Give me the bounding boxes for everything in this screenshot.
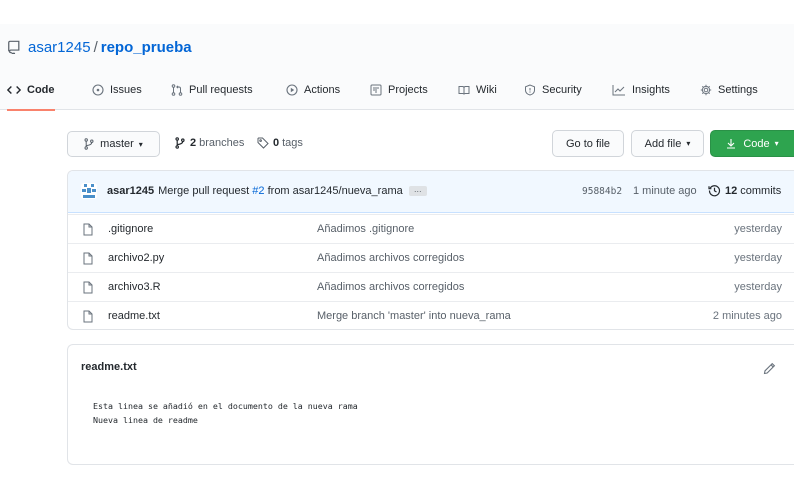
- file-icon: [82, 281, 94, 294]
- commit-sha-link[interactable]: 95884b2: [582, 186, 622, 197]
- project-icon: [370, 84, 382, 96]
- branch-select-button[interactable]: master ▾: [67, 131, 160, 157]
- pull-request-link[interactable]: #2: [252, 185, 264, 197]
- file-commit-age: yesterday: [734, 252, 782, 264]
- tab-label: Settings: [718, 84, 758, 96]
- shield-icon: [524, 84, 536, 96]
- git-branch-icon: [175, 137, 185, 149]
- commit-author-link[interactable]: asar1245: [107, 185, 154, 197]
- caret-down-icon: ▾: [774, 139, 779, 148]
- issue-opened-icon: [92, 84, 104, 96]
- tab-issues[interactable]: Issues: [92, 70, 142, 110]
- readme-line: Nueva linea de readme: [93, 415, 198, 425]
- commit-message-suffix[interactable]: from asar1245/nueva_rama: [268, 185, 403, 197]
- file-icon: [82, 310, 94, 323]
- add-file-button[interactable]: Add file ▾: [631, 130, 704, 157]
- tab-label: Issues: [110, 84, 142, 96]
- file-row[interactable]: .gitignore Añadimos .gitignore yesterday: [68, 214, 794, 243]
- commits-history-link[interactable]: 12 commits: [708, 184, 781, 197]
- repo-owner-link[interactable]: asar1245: [28, 39, 91, 56]
- repo-header: asar1245 / repo_prueba Code Issues Pull …: [0, 24, 794, 111]
- add-file-label: Add file: [644, 137, 682, 150]
- file-icon: [82, 223, 94, 236]
- tab-label: Projects: [388, 84, 428, 96]
- file-row[interactable]: archivo2.py Añadimos archivos corregidos…: [68, 243, 794, 272]
- file-commit-message-link[interactable]: Añadimos archivos corregidos: [317, 281, 464, 293]
- file-commit-message-link[interactable]: Merge branch 'master' into nueva_rama: [317, 310, 511, 322]
- tags-label: tags: [282, 137, 303, 149]
- file-list: asar1245 Merge pull request #2 from asar…: [67, 170, 794, 330]
- latest-commit-bar: asar1245 Merge pull request #2 from asar…: [68, 171, 794, 213]
- tab-label: Wiki: [476, 84, 497, 96]
- download-icon: [726, 138, 736, 149]
- commit-message-prefix[interactable]: Merge pull request: [158, 185, 249, 197]
- repo-title: asar1245 / repo_prueba: [7, 37, 192, 57]
- file-commit-age: yesterday: [734, 281, 782, 293]
- branch-name: master: [100, 138, 134, 150]
- file-commit-age: yesterday: [734, 223, 782, 235]
- file-commit-message-link[interactable]: Añadimos .gitignore: [317, 223, 414, 235]
- expand-commit-button[interactable]: …: [408, 186, 427, 196]
- code-button-label: Code: [743, 137, 770, 150]
- history-icon: [708, 184, 721, 197]
- tab-actions[interactable]: Actions: [286, 70, 340, 110]
- tab-wiki[interactable]: Wiki: [458, 70, 497, 110]
- git-branch-icon: [84, 138, 94, 150]
- gear-icon: [700, 84, 712, 96]
- tab-label: Pull requests: [189, 84, 253, 96]
- file-row[interactable]: archivo3.R Añadimos archivos corregidos …: [68, 272, 794, 301]
- pencil-icon[interactable]: [763, 362, 776, 375]
- file-name-link[interactable]: archivo2.py: [108, 252, 164, 264]
- tab-label: Code: [27, 83, 55, 96]
- repo-icon: [7, 40, 21, 54]
- tags-link[interactable]: 0 tags: [257, 137, 303, 149]
- tags-count: 0: [273, 137, 280, 149]
- pull-request-icon: [171, 84, 183, 96]
- graph-icon: [612, 84, 626, 96]
- avatar[interactable]: [81, 183, 97, 199]
- go-to-file-button[interactable]: Go to file: [552, 130, 624, 157]
- branches-label: branches: [199, 137, 245, 149]
- code-download-button[interactable]: Code ▾: [710, 130, 794, 157]
- tab-code[interactable]: Code: [7, 70, 55, 111]
- readme-panel: readme.txt Esta linea se añadió en el do…: [67, 344, 794, 465]
- tab-pull-requests[interactable]: Pull requests: [171, 70, 253, 110]
- file-name-link[interactable]: .gitignore: [108, 223, 153, 235]
- tag-icon: [257, 137, 269, 149]
- latest-commit-message: asar1245 Merge pull request #2 from asar…: [107, 185, 427, 197]
- file-name-link[interactable]: archivo3.R: [108, 281, 161, 293]
- readme-content: Esta linea se añadió en el documento de …: [93, 399, 358, 427]
- repo-name-link[interactable]: repo_prueba: [101, 39, 192, 56]
- branches-count: 2: [190, 137, 197, 149]
- commit-time: 1 minute ago: [633, 185, 697, 197]
- code-icon: [7, 84, 21, 96]
- tab-label: Insights: [632, 84, 670, 96]
- file-row[interactable]: readme.txt Merge branch 'master' into nu…: [68, 301, 794, 329]
- tab-label: Actions: [304, 84, 341, 96]
- commits-label: commits: [740, 184, 782, 197]
- file-icon: [82, 252, 94, 265]
- file-commit-message-link[interactable]: Añadimos archivos corregidos: [317, 252, 464, 264]
- tab-settings[interactable]: Settings: [700, 70, 758, 110]
- tab-security[interactable]: Security: [524, 70, 582, 110]
- file-name-link[interactable]: readme.txt: [108, 310, 160, 322]
- go-to-file-label: Go to file: [565, 137, 611, 150]
- repo-separator: /: [93, 38, 98, 56]
- tab-label: Security: [542, 84, 582, 96]
- commits-count: 12: [725, 184, 738, 197]
- tab-insights[interactable]: Insights: [612, 70, 670, 110]
- tab-projects[interactable]: Projects: [370, 70, 428, 110]
- play-icon: [286, 84, 298, 96]
- file-commit-age: 2 minutes ago: [712, 310, 782, 322]
- book-icon: [458, 84, 470, 96]
- readme-title: readme.txt: [81, 361, 137, 373]
- branches-link[interactable]: 2 branches: [175, 137, 244, 149]
- caret-down-icon: ▾: [686, 139, 691, 148]
- readme-line: Esta linea se añadió en el documento de …: [93, 401, 358, 411]
- caret-down-icon: ▾: [138, 139, 143, 149]
